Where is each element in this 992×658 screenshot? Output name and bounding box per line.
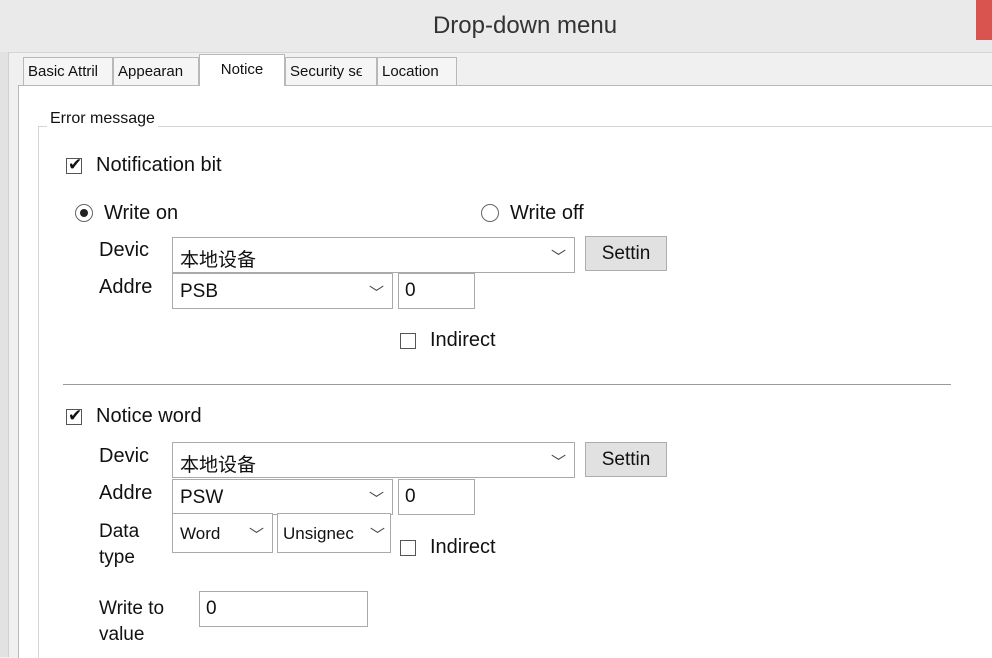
indirect-label: Indirect bbox=[430, 329, 496, 351]
close-button[interactable] bbox=[976, 0, 992, 40]
write-on-radio[interactable] bbox=[75, 204, 93, 222]
address-type-select[interactable]: PSW ﹀ bbox=[172, 479, 393, 515]
address-label: Addre bbox=[99, 482, 153, 504]
notification-bit-label: Notification bit bbox=[96, 154, 222, 176]
device-select-value: 本地设备 bbox=[180, 250, 257, 271]
device-select-value: 本地设备 bbox=[180, 455, 257, 476]
address-type-select[interactable]: PSB ﹀ bbox=[172, 273, 393, 309]
device-select[interactable]: 本地设备 ﹀ bbox=[172, 237, 575, 273]
address-input[interactable]: 0 bbox=[398, 479, 475, 515]
indirect-label: Indirect bbox=[430, 536, 496, 558]
address-type-value: PSW bbox=[180, 487, 224, 508]
tab-security-settings[interactable]: Security sϵ bbox=[285, 57, 377, 85]
device-label: Devic bbox=[99, 445, 150, 467]
write-value-input[interactable]: 0 bbox=[199, 591, 368, 627]
tab-basic-attributes[interactable]: Basic Attril bbox=[23, 57, 113, 85]
data-type-label-line1: Data bbox=[99, 521, 140, 542]
write-value-label: Write to value bbox=[99, 596, 164, 648]
notice-word-label: Notice word bbox=[96, 405, 202, 427]
device-settings-button[interactable]: Settin bbox=[585, 236, 667, 271]
chevron-down-icon: ﹀ bbox=[550, 249, 566, 266]
group-label: Error message bbox=[47, 110, 158, 128]
notice-word-checkbox[interactable]: ✔ bbox=[66, 406, 82, 425]
device-label: Devic bbox=[99, 239, 150, 261]
write-value-label-line1: Write to bbox=[99, 598, 165, 619]
tab-location[interactable]: Location bbox=[377, 57, 457, 85]
chevron-down-icon: ﹀ bbox=[550, 454, 566, 471]
tab-notice[interactable]: Notice bbox=[199, 54, 285, 86]
indirect-checkbox[interactable] bbox=[400, 540, 416, 556]
address-label: Addre bbox=[99, 276, 153, 298]
chevron-down-icon: ﹀ bbox=[369, 527, 385, 544]
checkmark-icon: ✔ bbox=[68, 406, 83, 425]
chevron-down-icon: ﹀ bbox=[248, 527, 264, 544]
sign-type-value: Unsignec bbox=[283, 524, 354, 543]
chevron-down-icon: ﹀ bbox=[368, 285, 384, 302]
data-type-select[interactable]: Word ﹀ bbox=[172, 513, 273, 553]
write-value-label-line2: value bbox=[99, 624, 145, 645]
address-type-value: PSB bbox=[180, 281, 219, 302]
device-select[interactable]: 本地设备 ﹀ bbox=[172, 442, 575, 478]
write-off-label: Write off bbox=[510, 202, 584, 224]
data-type-label-line2: type bbox=[99, 547, 135, 568]
section-divider bbox=[63, 384, 951, 385]
notification-bit-checkbox[interactable]: ✔ bbox=[66, 155, 82, 174]
address-input[interactable]: 0 bbox=[398, 273, 475, 309]
tab-appearance[interactable]: Appearan bbox=[113, 57, 199, 85]
data-type-value: Word bbox=[180, 524, 221, 543]
indirect-checkbox[interactable] bbox=[400, 333, 416, 349]
window-title: Drop-down menu bbox=[432, 12, 618, 39]
sign-type-select[interactable]: Unsignec ﹀ bbox=[277, 513, 391, 553]
window-left-edge bbox=[0, 52, 9, 657]
write-off-radio[interactable] bbox=[481, 204, 499, 222]
write-on-label: Write on bbox=[104, 202, 179, 224]
data-type-label: Data type bbox=[99, 519, 139, 571]
radio-dot-icon bbox=[80, 209, 88, 217]
checkmark-icon: ✔ bbox=[68, 155, 83, 174]
chevron-down-icon: ﹀ bbox=[368, 491, 384, 508]
device-settings-button[interactable]: Settin bbox=[585, 442, 667, 477]
